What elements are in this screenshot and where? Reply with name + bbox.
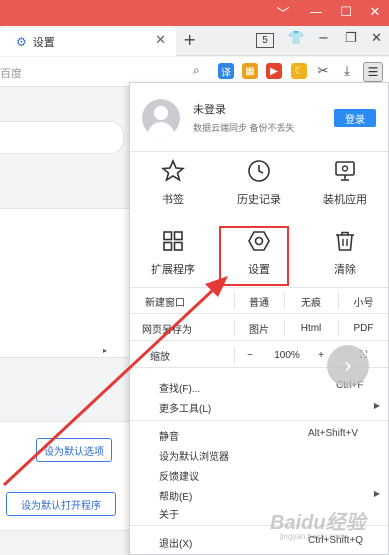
zoom-out-button[interactable]: − — [235, 342, 265, 368]
user-name: 未登录 — [193, 104, 226, 116]
chevron-right-icon: ▸ — [103, 346, 108, 355]
settings-highlight-box — [219, 226, 289, 286]
divider — [130, 420, 388, 421]
new-tab-button[interactable]: + — [183, 30, 196, 49]
page-search-box[interactable] — [0, 121, 124, 154]
minimize-tab-icon[interactable]: − — [318, 31, 329, 46]
download-icon[interactable]: ⤓ — [339, 63, 355, 79]
restore-tab-icon[interactable]: ❐ — [345, 31, 357, 46]
zoom-value: 100% — [274, 349, 300, 361]
save-as-html[interactable]: Html — [285, 315, 337, 341]
bookmark-label: 书签 — [162, 194, 184, 206]
trash-icon — [336, 231, 354, 251]
new-window-label[interactable]: 新建窗口 — [130, 288, 200, 314]
floating-next-button[interactable]: › — [327, 345, 369, 387]
extensions-item[interactable]: 扩展程序 — [130, 229, 216, 277]
save-as-row: 网页另存为 图片 Html PDF — [130, 315, 388, 341]
clear-label: 清除 — [334, 264, 356, 276]
night-mode-icon[interactable]: ☾ — [291, 63, 307, 79]
close-window-button[interactable]: ✕ — [361, 0, 389, 24]
apps-icon[interactable]: ▦ — [242, 63, 258, 79]
tab-title: 设置 — [32, 37, 55, 49]
more-tools-item[interactable]: 更多工具(L) — [159, 400, 211, 415]
maximize-button[interactable]: ☐ — [332, 0, 360, 24]
watermark-url: jingyan.baidu.com — [280, 532, 345, 541]
translate-icon[interactable]: 译 — [218, 63, 234, 79]
collapse-button[interactable]: ﹀ — [269, 0, 297, 24]
history-label: 历史记录 — [237, 194, 281, 206]
tab-settings[interactable]: ⚙ 设置 ✕ — [0, 28, 176, 56]
mute-item[interactable]: 静音 — [159, 428, 179, 443]
chevron-right-icon: ▶ — [373, 489, 380, 498]
clear-item[interactable]: 清除 — [302, 229, 388, 277]
scissors-icon[interactable]: ✂ — [315, 63, 331, 79]
minimize-button[interactable]: — — [302, 0, 330, 24]
tab-count-badge[interactable]: 5 — [256, 33, 274, 48]
default-browser-item[interactable]: 设为默认浏览器 — [159, 448, 229, 463]
extensions-label: 扩展程序 — [151, 264, 195, 276]
mute-shortcut: Alt+Shift+V — [308, 428, 359, 439]
find-item[interactable]: 查找(F)... — [159, 380, 200, 395]
bookmark-item[interactable]: 书签 — [130, 159, 216, 207]
divider — [130, 151, 388, 152]
install-app-label: 装机应用 — [323, 194, 367, 206]
chevron-right-icon: ▶ — [373, 401, 380, 410]
install-app-item[interactable]: 装机应用 — [302, 159, 388, 207]
about-item[interactable]: 关于 — [159, 506, 179, 521]
exit-item[interactable]: 退出(X) — [159, 535, 192, 550]
address-text: 百度 — [0, 68, 22, 80]
save-as-pdf[interactable]: PDF — [339, 315, 388, 341]
grid-icon — [163, 231, 183, 251]
search-icon[interactable]: ⌕ — [193, 63, 200, 78]
avatar[interactable] — [142, 99, 180, 137]
main-menu: 未登录 数据云端同步 备份不丢失 登录 书签 历史记录 装机应用 扩展程序 设置… — [129, 82, 389, 555]
history-item[interactable]: 历史记录 — [216, 159, 302, 207]
new-window-normal[interactable]: 普通 — [235, 288, 283, 314]
save-as-image[interactable]: 图片 — [235, 315, 283, 341]
feedback-item[interactable]: 反馈建议 — [159, 468, 199, 483]
close-tab-icon[interactable]: ✕ — [371, 31, 382, 46]
user-desc: 数据云端同步 备份不丢失 — [193, 123, 295, 133]
login-button[interactable]: 登录 — [334, 109, 376, 127]
star-icon — [161, 159, 185, 182]
clock-icon — [248, 160, 270, 182]
set-default-program-button[interactable]: 设为默认打开程序 — [6, 492, 116, 516]
new-window-row: 新建窗口 普通 无痕 小号 — [130, 288, 388, 314]
set-default-options-button[interactable]: 设为默认选项 — [36, 438, 112, 462]
new-window-incognito[interactable]: 无痕 — [285, 288, 337, 314]
monitor-icon — [335, 161, 355, 181]
video-icon[interactable]: ▶ — [266, 63, 282, 79]
page-section — [0, 208, 130, 358]
gear-icon: ⚙ — [16, 35, 27, 49]
title-bar: ﹀ — ☐ ✕ — [0, 0, 389, 26]
zoom-label: 缩放 — [150, 351, 170, 363]
new-window-small[interactable]: 小号 — [339, 288, 388, 314]
help-item[interactable]: 帮助(E) — [159, 488, 192, 503]
tab-close-button[interactable]: ✕ — [155, 33, 166, 48]
shirt-icon[interactable]: 👕 — [288, 31, 304, 46]
menu-button[interactable]: ☰ — [363, 62, 383, 82]
watermark-logo: Baidu经验 — [270, 512, 366, 534]
save-as-label[interactable]: 网页另存为 — [130, 315, 204, 341]
